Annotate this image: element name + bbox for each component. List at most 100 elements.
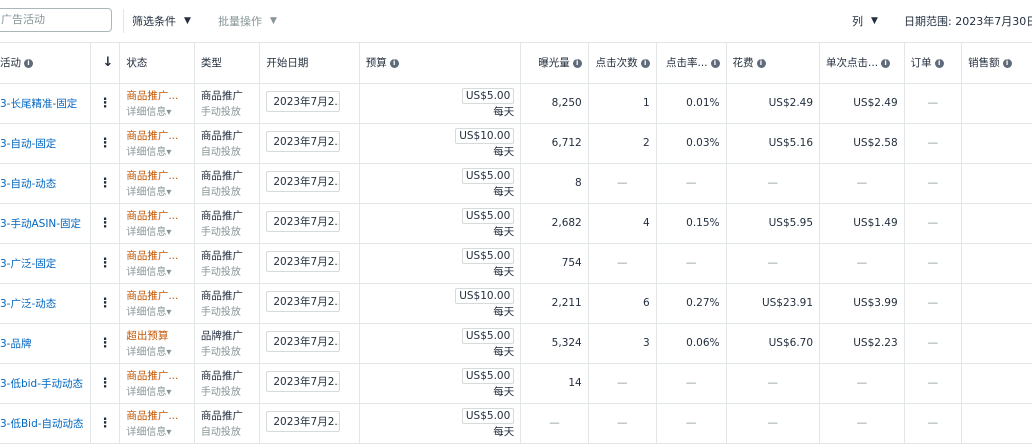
campaign-name-link[interactable]: 3-广泛-固定: [0, 256, 84, 271]
budget-input[interactable]: US$5.00: [461, 327, 515, 344]
info-icon[interactable]: i: [24, 58, 33, 68]
start-date-input[interactable]: 2023年7月2...: [266, 291, 341, 312]
col-impressions[interactable]: 曝光量 i: [520, 43, 589, 84]
status-details-dropdown[interactable]: 详细信息▾: [126, 143, 188, 158]
campaign-cell: 3-长尾精准-固定: [0, 83, 91, 124]
start-date-input[interactable]: 2023年7月2...: [266, 251, 341, 272]
status-cell: 商品推广... 详细信息▾: [119, 83, 195, 124]
bulk-actions-button[interactable]: 批量操作 ▼: [218, 13, 277, 29]
info-icon[interactable]: i: [710, 58, 720, 68]
col-type[interactable]: 类型: [194, 43, 261, 84]
budget-input[interactable]: US$5.00: [461, 247, 515, 264]
start-date-input[interactable]: 2023年7月2...: [266, 211, 341, 232]
col-spend[interactable]: 花费 i: [726, 43, 821, 84]
campaign-name-link[interactable]: 3-手动ASIN-固定: [0, 216, 84, 231]
col-cpc[interactable]: 单次点击... i: [819, 43, 905, 84]
campaign-name-link[interactable]: 3-低bid-手动动态: [0, 376, 84, 391]
status-details-dropdown[interactable]: 详细信息▾: [126, 263, 188, 278]
divider: [123, 9, 124, 33]
start-date-input[interactable]: 2023年7月2...: [266, 331, 341, 352]
campaign-name-link[interactable]: 3-自动-动态: [0, 176, 84, 191]
info-icon[interactable]: i: [572, 58, 582, 68]
info-icon[interactable]: i: [934, 58, 944, 68]
budget-input[interactable]: US$5.00: [461, 367, 515, 384]
info-icon[interactable]: i: [640, 58, 650, 68]
campaign-name-link[interactable]: 3-自动-固定: [0, 136, 84, 151]
status-details-dropdown[interactable]: 详细信息▾: [126, 223, 188, 238]
ctr-cell: 0.27%: [656, 283, 727, 324]
budget-input[interactable]: US$5.00: [461, 207, 515, 224]
date-range-button[interactable]: 日期范围: 2023年7月30日: [904, 13, 1032, 29]
col-budget[interactable]: 预算 i: [359, 43, 522, 84]
status-details-dropdown[interactable]: 详细信息▾: [126, 343, 188, 358]
row-menu-kebab-icon[interactable]: ⋮: [90, 323, 121, 364]
col-status[interactable]: 状态: [119, 43, 195, 84]
search-input[interactable]: 广告活动: [0, 8, 112, 32]
spend-cell: —: [726, 163, 821, 204]
row-menu-kebab-icon[interactable]: ⋮: [90, 203, 121, 244]
type-text: 商品推广: [200, 170, 243, 182]
campaign-name-link[interactable]: 3-低Bid-自动动态: [0, 416, 84, 431]
chevron-down-icon: ▼: [184, 16, 191, 26]
status-details-dropdown[interactable]: 详细信息▾: [126, 303, 188, 318]
sales-cell: [961, 83, 1032, 124]
status-cell: 商品推广... 详细信息▾: [119, 363, 195, 404]
start-date-input[interactable]: 2023年7月2...: [266, 371, 341, 392]
start-date-input[interactable]: 2023年7月2...: [266, 131, 341, 152]
clicks-cell: 1: [588, 83, 657, 124]
col-start-date[interactable]: 开始日期: [259, 43, 360, 84]
status-details-dropdown[interactable]: 详细信息▾: [126, 183, 188, 198]
info-icon[interactable]: i: [881, 58, 891, 68]
status-details-dropdown[interactable]: 详细信息▾: [126, 383, 188, 398]
row-menu-kebab-icon[interactable]: ⋮: [90, 363, 121, 404]
spend-cell: US$6.70: [726, 323, 821, 364]
col-clicks[interactable]: 点击次数 i: [588, 43, 657, 84]
ctr-cell: —: [656, 243, 727, 284]
col-sales[interactable]: 销售额 i: [961, 43, 1032, 84]
budget-input[interactable]: US$10.00: [455, 287, 515, 304]
ctr-cell: —: [656, 363, 727, 404]
filter-button[interactable]: 筛选条件 ▼: [132, 13, 191, 29]
start-date-input[interactable]: 2023年7月2...: [266, 171, 341, 192]
col-campaign[interactable]: 活动 i: [0, 43, 91, 84]
ctr-cell: 0.15%: [656, 203, 727, 244]
type-text: 品牌推广: [200, 330, 243, 342]
row-menu-kebab-icon[interactable]: ⋮: [90, 283, 121, 324]
campaign-name-link[interactable]: 3-广泛-动态: [0, 296, 84, 311]
campaign-name-link[interactable]: 3-长尾精准-固定: [0, 96, 84, 111]
row-menu-kebab-icon[interactable]: ⋮: [90, 243, 121, 284]
col-ctr[interactable]: 点击率... i: [656, 43, 727, 84]
status-details-dropdown[interactable]: 详细信息▾: [126, 103, 188, 118]
start-date-cell: 2023年7月2...: [259, 403, 360, 444]
budget-input[interactable]: US$10.00: [455, 127, 515, 144]
start-date-input[interactable]: 2023年7月2...: [266, 91, 341, 112]
budget-input[interactable]: US$5.00: [461, 87, 515, 104]
campaign-name-link[interactable]: 3-品牌: [0, 336, 84, 351]
info-icon[interactable]: i: [1002, 58, 1012, 68]
info-icon[interactable]: i: [756, 58, 766, 68]
budget-cell: US$5.00 每天: [359, 83, 522, 124]
budget-period: 每天: [493, 145, 515, 158]
columns-button[interactable]: 列 ▼: [852, 13, 878, 29]
orders-cell: —: [904, 283, 963, 324]
row-menu-kebab-icon[interactable]: ⋮: [90, 163, 121, 204]
col-sort[interactable]: ↓: [90, 43, 121, 84]
start-date-input[interactable]: 2023年7月2...: [266, 411, 341, 432]
sort-down-arrow-icon[interactable]: ↓: [102, 55, 113, 70]
col-orders[interactable]: 订单 i: [904, 43, 963, 84]
info-icon[interactable]: i: [389, 58, 399, 68]
row-menu-kebab-icon[interactable]: ⋮: [90, 83, 121, 124]
toolbar: 广告活动 筛选条件 ▼ 批量操作 ▼ 列 ▼ 日期范围: 2023年7月30日: [0, 0, 1032, 43]
sales-cell: [961, 323, 1032, 364]
cpc-cell: US$2.49: [819, 83, 905, 124]
budget-input[interactable]: US$5.00: [461, 167, 515, 184]
row-menu-kebab-icon[interactable]: ⋮: [90, 403, 121, 444]
sales-cell: [961, 163, 1032, 204]
table-row: 3-低bid-手动动态 ⋮ 商品推广... 详细信息▾ 商品推广 手动投放 2023年7月2…: [0, 363, 1032, 404]
budget-input[interactable]: US$5.00: [461, 407, 515, 424]
budget-period: 每天: [493, 345, 515, 358]
row-menu-kebab-icon[interactable]: ⋮: [90, 123, 121, 164]
orders-cell: —: [904, 403, 963, 444]
impressions-cell: 2,682: [520, 203, 589, 244]
col-orders-label: 订单: [910, 57, 932, 70]
